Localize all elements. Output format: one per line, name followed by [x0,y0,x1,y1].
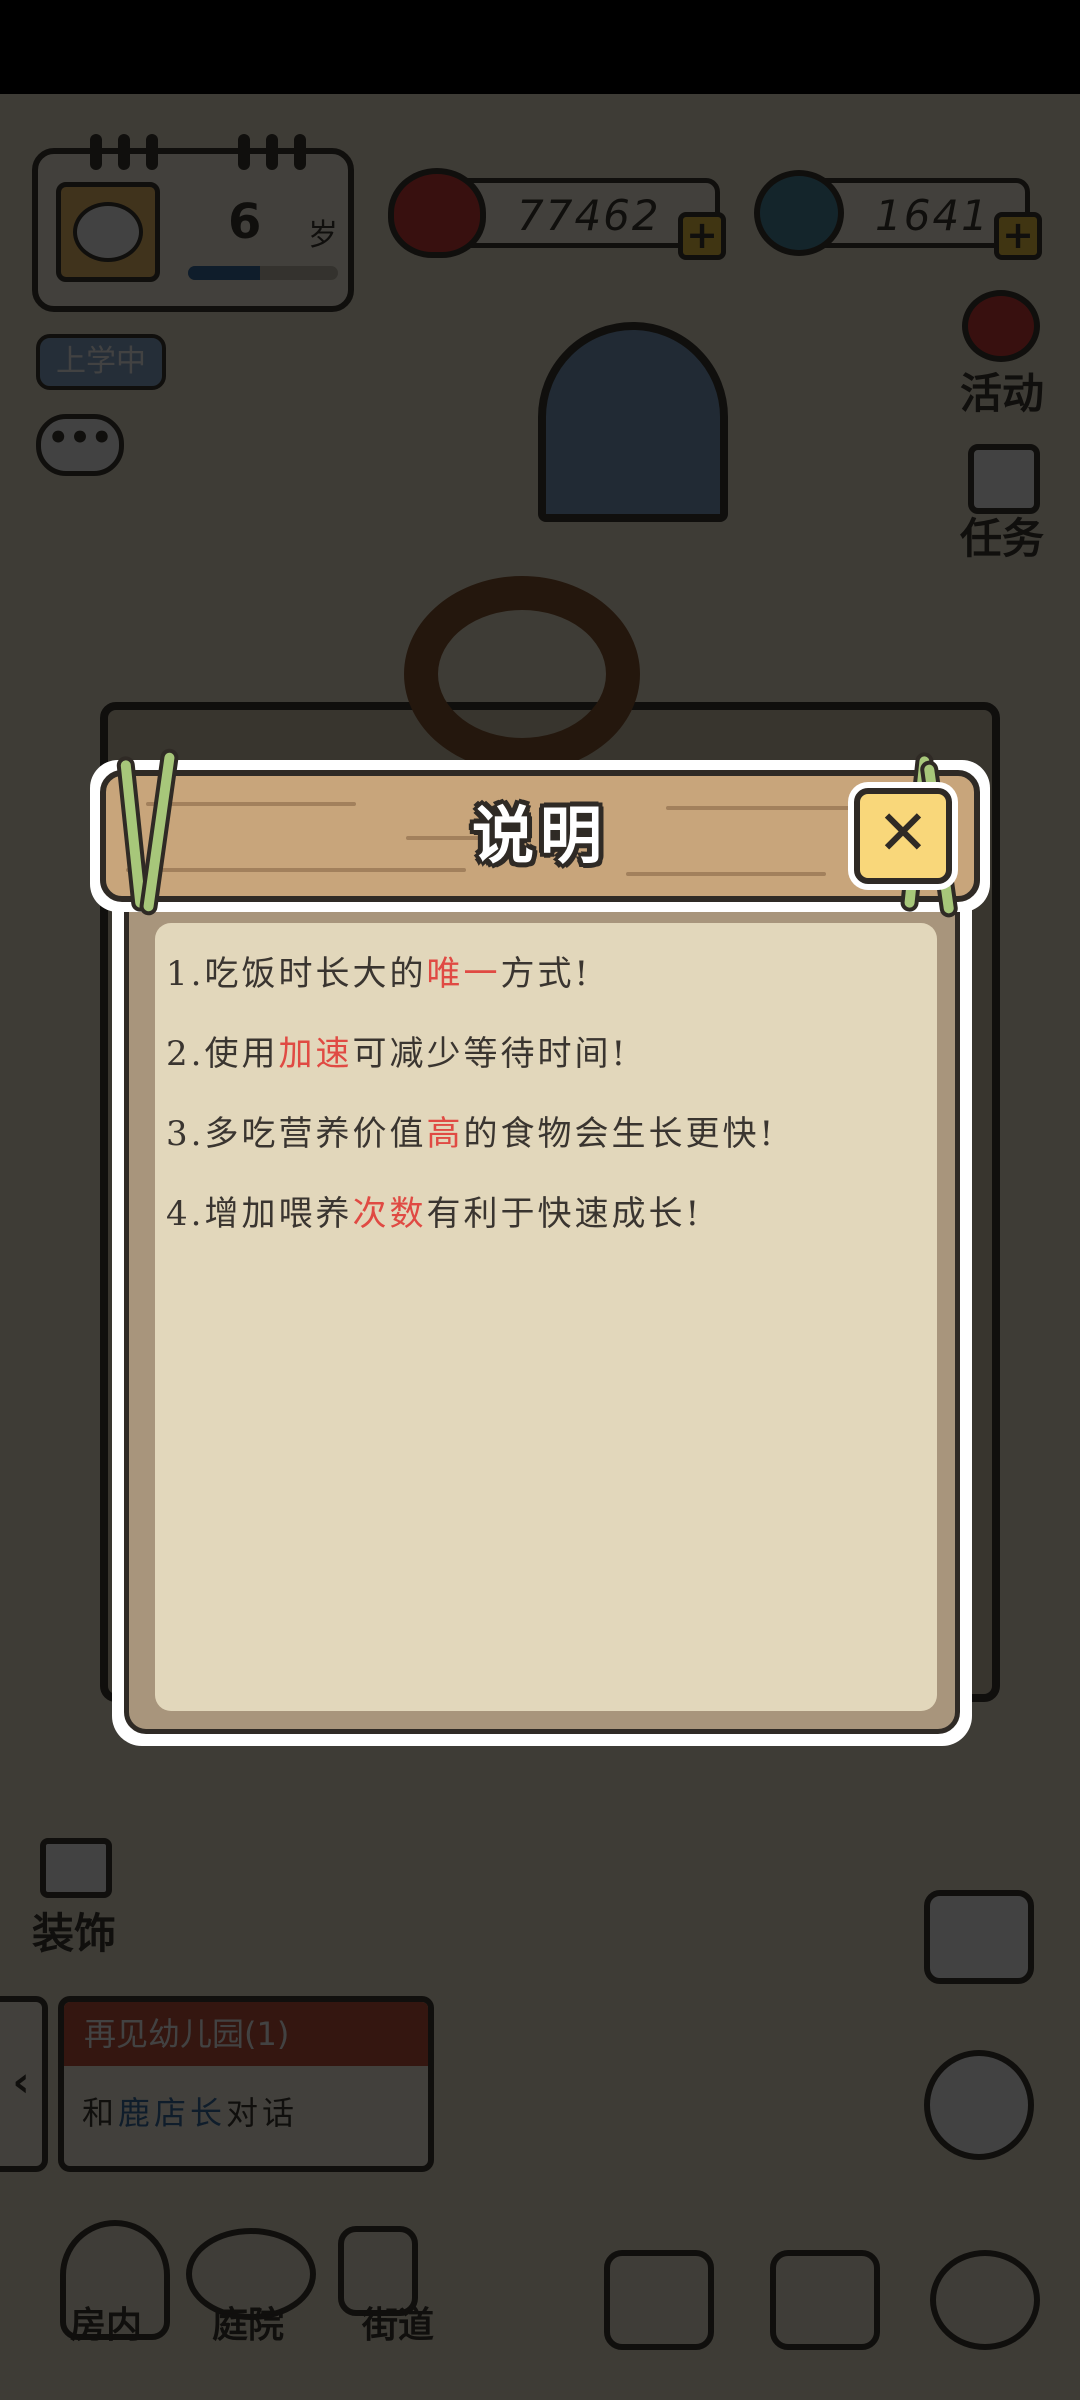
avatar[interactable] [56,182,160,282]
rule-text: 可减少等待时间! [352,1034,629,1074]
quest-desc-suffix: 对话 [226,2094,299,2132]
add-hearts-button[interactable]: + [678,212,726,260]
activity-label[interactable]: 活动 [960,360,1044,421]
heart-icon [388,168,486,258]
donut-icon [404,576,640,772]
decorate-label[interactable]: 装饰 [32,1900,116,1961]
rule-text: 3.多吃营养价值 [166,1114,427,1154]
rule-item: 4.增加喂养次数有利于快速成长! [166,1184,966,1264]
rule-highlight: 加速 [278,1034,353,1074]
garden-nav-label[interactable]: 庭院 [212,2296,284,2348]
age-unit: 岁 [308,218,338,253]
gear-icon[interactable] [924,2050,1034,2160]
rules-list: 1.吃饭时长大的唯一方式! 2.使用加速可减少等待时间! 3.多吃营养价值高的食… [166,944,966,1264]
rule-text: 4.增加喂养 [166,1194,353,1234]
status-bar [0,0,1080,94]
rule-text: 1.吃饭时长大的 [166,954,427,994]
hearts-value: 77462 [517,191,661,240]
binder-ring [294,134,306,170]
rule-highlight: 次数 [352,1194,427,1234]
gem-icon [754,170,844,256]
binder-ring [90,134,102,170]
decorate-icon[interactable] [40,1838,112,1898]
clock-icon[interactable] [930,2250,1040,2350]
quest-desc-prefix: 和 [82,2094,119,2132]
rule-highlight: 唯一 [426,954,501,994]
binder-ring [146,134,158,170]
age-value: 6 [228,194,262,250]
status-badge: 上学中 [36,334,166,390]
quest-title: 再见幼儿园(1) [64,2002,428,2066]
checklist-icon[interactable] [968,444,1040,514]
quest-card[interactable]: 再见幼儿园(1) 和鹿店长对话 [58,1996,434,2172]
rule-highlight: 高 [426,1114,464,1154]
binder-ring [266,134,278,170]
rule-item: 2.使用加速可减少等待时间! [166,1024,966,1104]
close-button[interactable]: ✕ [848,782,958,890]
growth-progress-fill [188,266,260,280]
rule-item: 1.吃饭时长大的唯一方式! [166,944,966,1024]
growth-progress-bar [188,266,338,280]
age-card[interactable]: 6 岁 [32,134,354,312]
add-gems-button[interactable]: + [994,212,1042,260]
balloon-icon[interactable] [962,290,1040,362]
quest-npc-name: 鹿店长 [118,2094,227,2132]
binder-ring [118,134,130,170]
rule-text: 方式! [500,954,592,994]
street-nav-label[interactable]: 街道 [362,2296,434,2348]
rule-text: 有利于快速成长! [426,1194,703,1234]
collapse-quest-button[interactable]: ‹ [0,1996,48,2172]
task-label[interactable]: 任务 [960,505,1044,566]
window-decoration [538,322,728,522]
gems-value: 1641 [875,191,990,240]
treasure-chest-icon[interactable] [770,2250,880,2350]
binder-ring [238,134,250,170]
rule-text: 的食物会生长更快! [463,1114,777,1154]
quest-description: 和鹿店长对话 [64,2066,428,2156]
ranking-icon[interactable] [924,1890,1034,1984]
rule-text: 2.使用 [166,1034,279,1074]
room-nav-label[interactable]: 房内 [70,2296,142,2348]
chat-bubble-icon[interactable]: ••• [36,414,124,476]
rule-item: 3.多吃营养价值高的食物会生长更快! [166,1104,966,1184]
house-icon[interactable] [604,2250,714,2350]
close-icon[interactable]: ✕ [854,788,952,884]
pet-face-icon [73,202,143,262]
